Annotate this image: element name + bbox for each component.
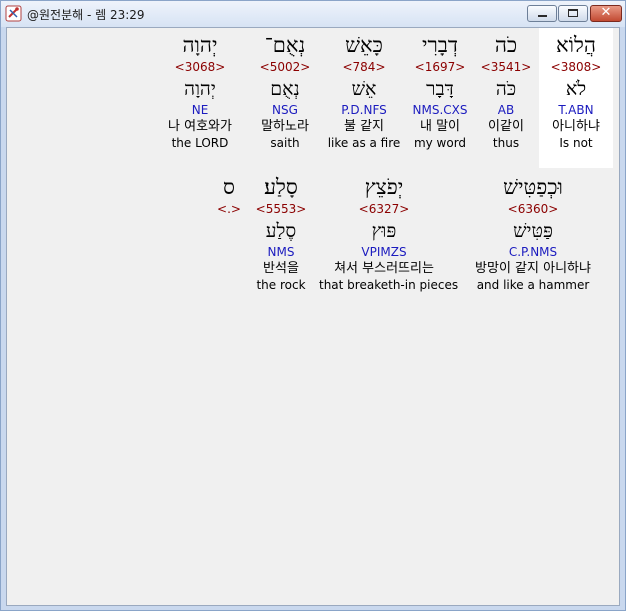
- english-gloss: the rock: [256, 278, 306, 292]
- bible-analysis-app-icon[interactable]: [5, 5, 22, 22]
- window-title: @원전분해 - 렘 23:29: [27, 8, 145, 22]
- app-window: @원전분해 - 렘 23:29 ✕ הֲלוֹא <3808> לֹא T.AB…: [0, 0, 626, 611]
- english-gloss: like as a fire: [327, 136, 401, 150]
- close-button[interactable]: ✕: [590, 5, 622, 22]
- hebrew-word: נְאֻם־: [264, 33, 306, 57]
- lemma: לֹא: [565, 78, 587, 100]
- morphology: VPIMZS: [361, 245, 407, 259]
- word-cell[interactable]: כָּאֵשׁ <784> אֵשׁ P.D.NFS 불 같지 like as …: [323, 32, 405, 151]
- hebrew-word: סָלַע׃: [264, 175, 298, 199]
- strong-number[interactable]: <3068>: [157, 60, 243, 75]
- english-gloss: Is not: [559, 136, 593, 150]
- korean-gloss: 나 여호와가: [168, 119, 232, 134]
- strong-number[interactable]: <3808>: [539, 60, 613, 75]
- word-cell[interactable]: ס <.>: [211, 174, 247, 217]
- strong-number[interactable]: <1697>: [405, 60, 475, 75]
- word-cell[interactable]: דְבָרִי <1697> דָּבָר NMS.CXS 내 말이 my wo…: [405, 32, 475, 151]
- strong-number[interactable]: <3541>: [473, 60, 539, 75]
- lemma: סֶלַע: [265, 220, 297, 242]
- english-gloss: that breaketh-in pieces: [319, 278, 459, 292]
- strong-number[interactable]: <784>: [323, 60, 405, 75]
- korean-gloss: 방망이 같지 아니하냐: [475, 261, 591, 276]
- morphology: NSG: [272, 103, 298, 117]
- close-icon: ✕: [600, 5, 612, 20]
- lemma: פַּטִּישׁ: [513, 220, 553, 242]
- word-cell[interactable]: יְפֹצֵץ <6327> פּוּץ VPIMZS 쳐서 부스러뜨리는 th…: [319, 174, 459, 293]
- morphology: T.ABN: [558, 103, 594, 117]
- morphology: AB: [497, 103, 515, 117]
- lemma: דָּבָר: [426, 78, 454, 100]
- strong-number[interactable]: <.>: [211, 202, 247, 217]
- strong-number[interactable]: <6327>: [319, 202, 449, 217]
- minimize-icon: [538, 15, 547, 17]
- strong-number[interactable]: <5002>: [247, 60, 323, 75]
- maximize-button[interactable]: [558, 5, 588, 22]
- maximize-icon: [568, 9, 578, 17]
- english-gloss: and like a hammer: [476, 278, 590, 292]
- lemma: כֹּה: [495, 78, 517, 100]
- interlinear-panel[interactable]: הֲלוֹא <3808> לֹא T.ABN 아니하냐 Is not כֹה …: [6, 27, 620, 606]
- english-gloss: thus: [492, 136, 520, 150]
- hebrew-word: יְהוָה: [182, 33, 218, 57]
- english-gloss: saith: [270, 136, 300, 150]
- korean-gloss: 아니하냐: [552, 119, 600, 134]
- hebrew-word: דְבָרִי: [421, 33, 459, 57]
- korean-gloss: 쳐서 부스러뜨리는: [334, 261, 434, 276]
- morphology: P.D.NFS: [341, 103, 387, 117]
- hebrew-word: הֲלוֹא: [556, 33, 596, 57]
- hebrew-word: ס: [223, 175, 235, 199]
- hebrew-word: כָּאֵשׁ: [345, 33, 383, 57]
- korean-gloss: 이같이: [488, 119, 524, 134]
- english-gloss: the LORD: [171, 136, 229, 150]
- lemma: יְהוָה: [184, 78, 216, 100]
- word-cell[interactable]: יְהוָה <3068> יְהוָה NE 나 여호와가 the LORD: [157, 32, 243, 151]
- hebrew-word: וּכְפַטִּישׁ: [503, 175, 563, 199]
- hebrew-word: יְפֹצֵץ: [364, 175, 404, 199]
- word-cell[interactable]: כֹה <3541> כֹּה AB 이같이 thus: [473, 32, 539, 151]
- morphology: C.P.NMS: [508, 245, 558, 259]
- word-cell[interactable]: סָלַע׃ <5553> סֶלַע NMS 반석을 the rock: [251, 174, 311, 293]
- lemma: פּוּץ: [371, 220, 397, 242]
- word-cell[interactable]: וּכְפַטִּישׁ <6360> פַּטִּישׁ C.P.NMS 방망…: [461, 174, 605, 293]
- lemma: נְאֻם: [270, 78, 300, 100]
- title-bar[interactable]: @원전분해 - 렘 23:29 ✕: [1, 1, 625, 27]
- english-gloss: my word: [413, 136, 467, 150]
- korean-gloss: 반석을: [263, 261, 299, 276]
- lemma: אֵשׁ: [351, 78, 377, 100]
- korean-gloss: 말하노라: [261, 119, 309, 134]
- korean-gloss: 내 말이: [419, 119, 460, 134]
- strong-number[interactable]: <5553>: [251, 202, 311, 217]
- morphology: NE: [191, 103, 209, 117]
- word-cell[interactable]: הֲלוֹא <3808> לֹא T.ABN 아니하냐 Is not: [539, 32, 613, 151]
- hebrew-word: כֹה: [494, 33, 518, 57]
- strong-number[interactable]: <6360>: [461, 202, 605, 217]
- morphology: NMS: [267, 245, 295, 259]
- morphology: NMS.CXS: [412, 103, 468, 117]
- korean-gloss: 불 같지: [343, 119, 384, 134]
- minimize-button[interactable]: [527, 5, 557, 22]
- word-cell[interactable]: נְאֻם־ <5002> נְאֻם NSG 말하노라 saith: [247, 32, 323, 151]
